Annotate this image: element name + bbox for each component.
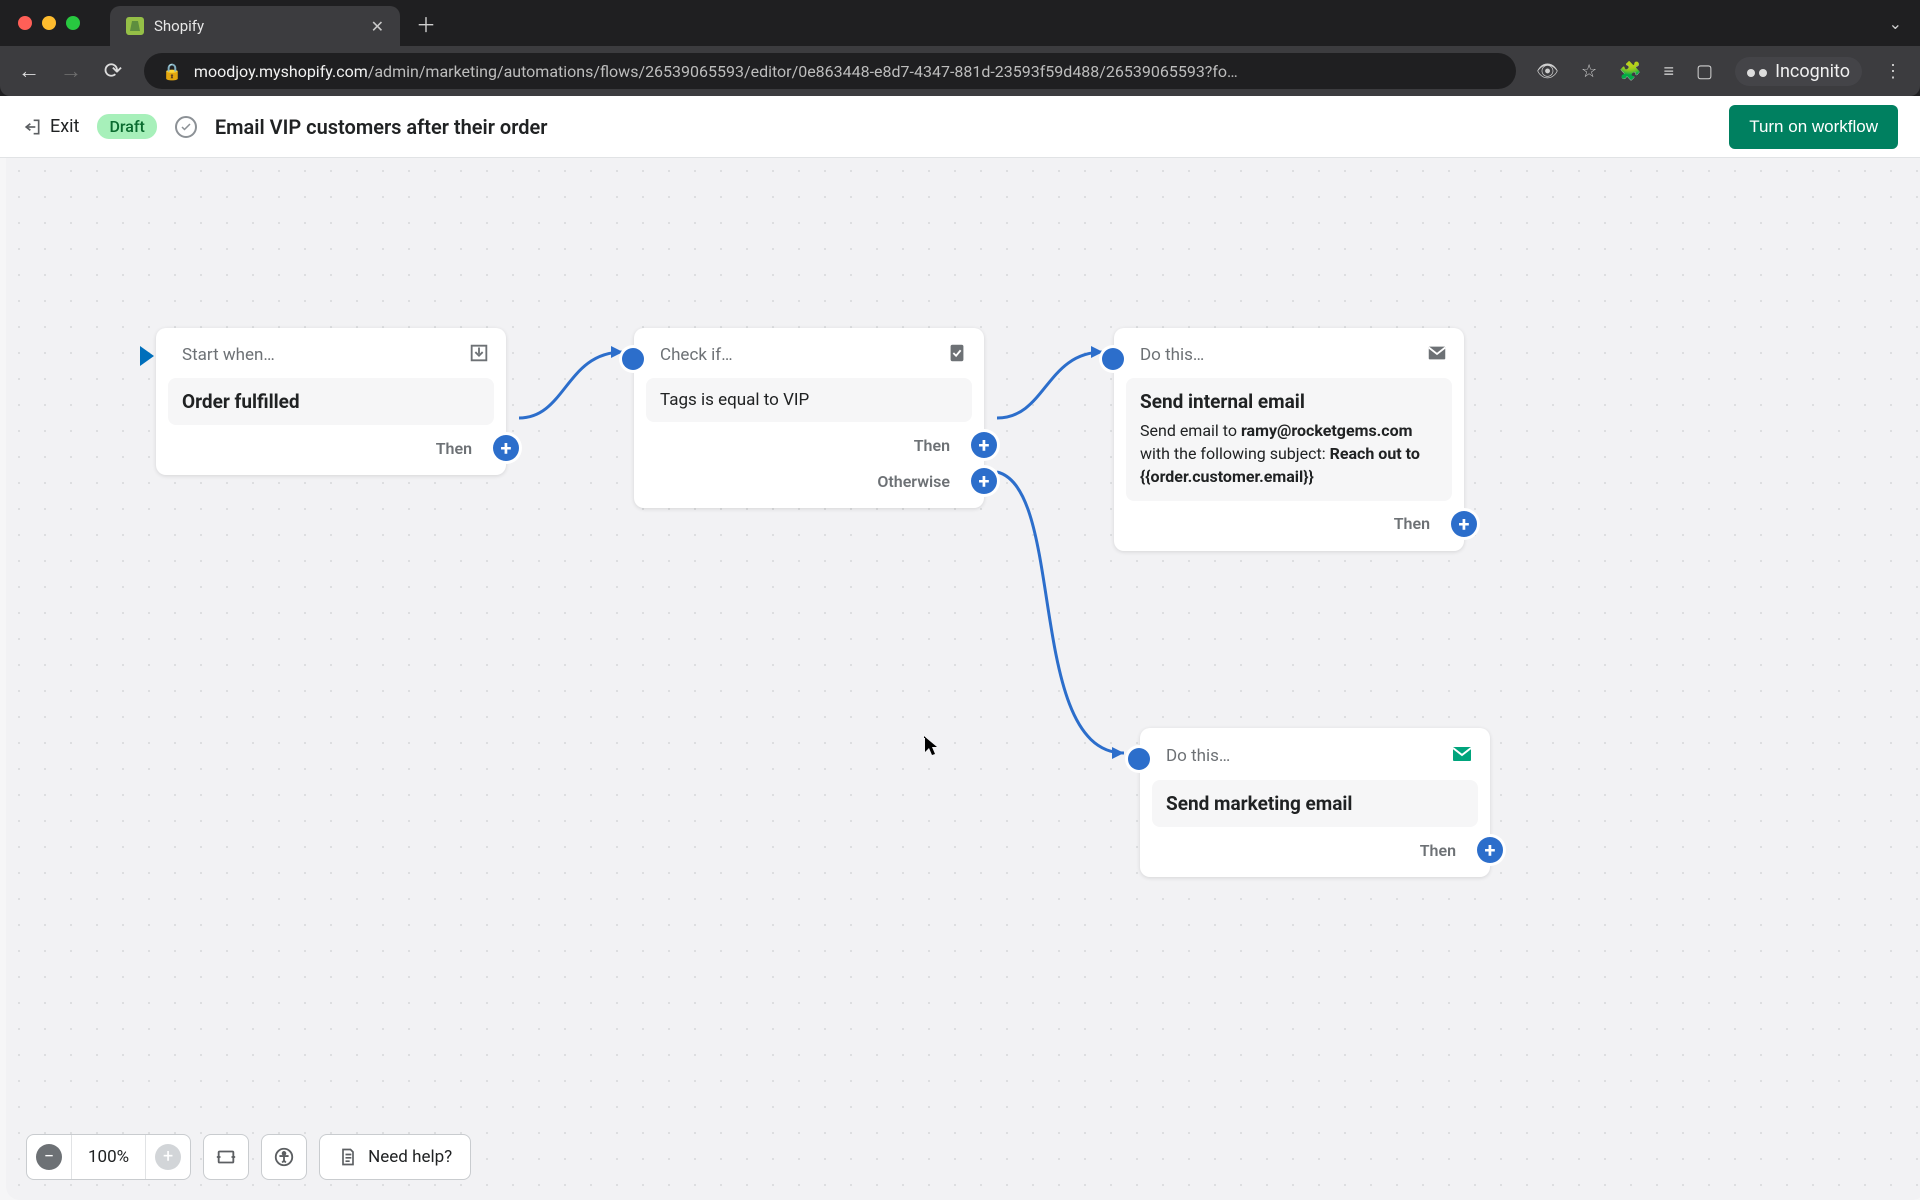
condition-otherwise-label: Otherwise: [877, 472, 950, 491]
incognito-indicator[interactable]: Incognito: [1735, 57, 1862, 86]
browser-addressbar: ← → ⟳ 🔒 moodjoy.myshopify.com/admin/mark…: [0, 46, 1920, 96]
app-header: Exit Draft Email VIP customers after the…: [0, 96, 1920, 158]
action-email-desc-prefix: Send email to: [1140, 421, 1241, 440]
marketing-mail-icon: [1450, 742, 1474, 770]
action-email-description: Send email to ramy@rocketgems.com with t…: [1140, 419, 1438, 489]
action-email-then-label: Then: [1394, 514, 1430, 533]
zoom-out-button[interactable]: −: [36, 1144, 62, 1170]
browser-menu-icon[interactable]: ⋮: [1884, 61, 1902, 82]
status-badge: Draft: [97, 114, 156, 139]
condition-then-label: Then: [914, 436, 950, 455]
need-help-button[interactable]: Need help?: [319, 1134, 471, 1180]
zoom-control: − 100% +: [26, 1134, 191, 1180]
document-icon: [338, 1147, 358, 1167]
exit-label: Exit: [50, 116, 79, 137]
action-email-recipient: ramy@rocketgems.com: [1241, 421, 1413, 440]
condition-header-label: Check if…: [660, 345, 733, 365]
tracking-blocked-icon[interactable]: 👁: [1536, 61, 1559, 82]
shopify-favicon-icon: [126, 17, 144, 35]
reading-list-icon[interactable]: ≡: [1664, 61, 1675, 82]
condition-input-port[interactable]: [622, 348, 644, 370]
url-host: moodjoy.myshopify.com: [194, 62, 368, 81]
clipboard-check-icon: [946, 342, 968, 368]
exit-icon: [22, 117, 42, 137]
action-marketing-then-add-button[interactable]: +: [1477, 837, 1503, 863]
action-email-input-port[interactable]: [1102, 348, 1124, 370]
action-marketing-email-node[interactable]: Do this… Send marketing email Then +: [1140, 728, 1490, 877]
browser-tab[interactable]: Shopify ✕: [110, 6, 400, 46]
new-tab-button[interactable]: ＋: [416, 9, 436, 38]
need-help-label: Need help?: [368, 1147, 452, 1167]
addressbar-actions: 👁 ☆ 🧩 ≡ ▢ Incognito ⋮: [1536, 57, 1902, 86]
trigger-header-label: Start when…: [182, 345, 275, 365]
start-arrow-icon: [140, 346, 154, 366]
condition-otherwise-add-button[interactable]: +: [971, 468, 997, 494]
trigger-then-add-button[interactable]: +: [493, 435, 519, 461]
window-close-icon[interactable]: [18, 16, 32, 30]
incognito-icon: [1747, 64, 1767, 78]
incognito-label: Incognito: [1775, 61, 1850, 82]
action-email-then-add-button[interactable]: +: [1451, 511, 1477, 537]
trigger-node[interactable]: Start when… Order fulfilled Then +: [156, 328, 506, 475]
url-path: /admin/marketing/automations/flows/26539…: [368, 62, 1238, 81]
trigger-body: Order fulfilled: [168, 378, 494, 425]
connectors: [6, 158, 1920, 1200]
zoom-in-button[interactable]: +: [155, 1144, 181, 1170]
tab-title: Shopify: [154, 17, 361, 35]
workflow-title: Email VIP customers after their order: [215, 115, 548, 139]
browser-chrome: Shopify ✕ ＋ ⌄ ← → ⟳ 🔒 moodjoy.myshopify.…: [0, 0, 1920, 96]
panel-icon[interactable]: ▢: [1696, 61, 1713, 82]
nav-reload-icon[interactable]: ⟳: [102, 59, 124, 84]
trigger-then-label: Then: [436, 439, 472, 458]
lock-icon: 🔒: [162, 62, 182, 81]
action-marketing-title: Send marketing email: [1152, 780, 1478, 827]
window-maximize-icon[interactable]: [66, 16, 80, 30]
exit-button[interactable]: Exit: [22, 116, 79, 137]
action-internal-email-node[interactable]: Do this… Send internal email Send email …: [1114, 328, 1464, 551]
mail-icon: [1426, 342, 1448, 368]
condition-node[interactable]: Check if… Tags is equal to VIP Then + Ot…: [634, 328, 984, 508]
condition-body: Tags is equal to VIP: [646, 378, 972, 422]
browser-tabbar: Shopify ✕ ＋ ⌄: [0, 0, 1920, 46]
turn-on-workflow-button[interactable]: Turn on workflow: [1729, 105, 1898, 149]
action-email-header-label: Do this…: [1140, 345, 1204, 365]
action-email-body: Send internal email Send email to ramy@r…: [1126, 378, 1452, 501]
address-field[interactable]: 🔒 moodjoy.myshopify.com/admin/marketing/…: [144, 53, 1516, 89]
window-controls: [18, 16, 80, 30]
inbox-download-icon: [468, 342, 490, 368]
condition-then-add-button[interactable]: +: [971, 432, 997, 458]
action-email-title: Send internal email: [1140, 390, 1438, 413]
workflow-canvas[interactable]: Start when… Order fulfilled Then + Check…: [6, 158, 1920, 1200]
tab-dropdown-icon[interactable]: ⌄: [1889, 14, 1902, 33]
nav-forward-icon[interactable]: →: [60, 58, 82, 84]
action-marketing-then-label: Then: [1420, 841, 1456, 860]
action-marketing-header-label: Do this…: [1166, 746, 1230, 766]
window-minimize-icon[interactable]: [42, 16, 56, 30]
mouse-cursor-icon: [924, 736, 926, 738]
extensions-icon[interactable]: 🧩: [1619, 61, 1641, 82]
bottom-toolbar: − 100% + Need help?: [26, 1134, 471, 1180]
tab-close-icon[interactable]: ✕: [371, 17, 384, 36]
zoom-value: 100%: [71, 1135, 146, 1179]
action-email-desc-mid: with the following subject:: [1140, 444, 1330, 463]
nav-back-icon[interactable]: ←: [18, 58, 40, 84]
action-marketing-input-port[interactable]: [1128, 748, 1150, 770]
bookmark-icon[interactable]: ☆: [1581, 61, 1597, 82]
accessibility-button[interactable]: [261, 1134, 307, 1180]
fit-to-screen-button[interactable]: [203, 1134, 249, 1180]
validation-check-icon: [175, 116, 197, 138]
